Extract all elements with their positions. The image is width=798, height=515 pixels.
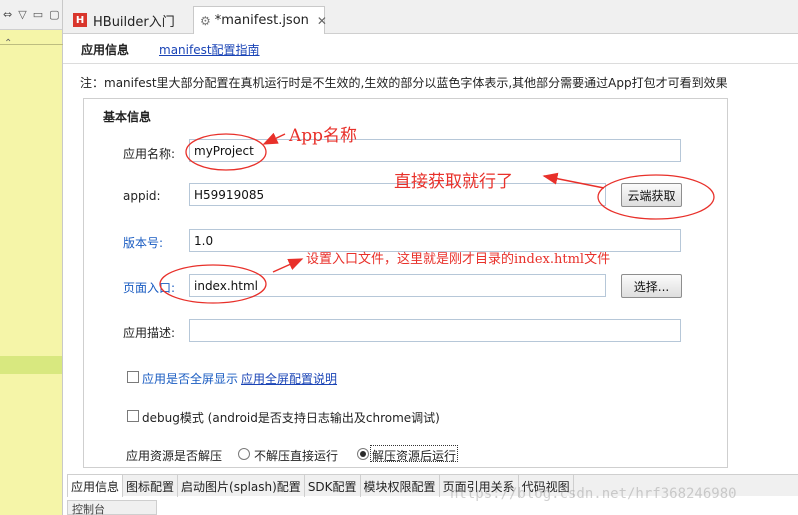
chevron-up-icon[interactable]: ⌃ xyxy=(4,38,12,49)
radio-no-decompress-label: 不解压直接运行 xyxy=(254,449,339,463)
tab-app-info[interactable]: 应用信息 xyxy=(67,475,124,497)
debug-checkbox[interactable] xyxy=(127,410,139,422)
entry-page-field[interactable]: index.html xyxy=(189,274,606,297)
tab-splash-config[interactable]: 启动图片(splash)配置 xyxy=(178,475,305,497)
app-name-field[interactable]: myProject xyxy=(189,139,681,162)
page-title: 应用信息 xyxy=(81,43,130,57)
hbuilder-icon: H xyxy=(73,13,87,27)
appid-annotation: 直接获取就行了 xyxy=(394,172,513,192)
choose-file-button[interactable]: 选择... xyxy=(621,274,682,298)
manifest-guide-link[interactable]: manifest配置指南 xyxy=(159,41,260,58)
debug-label: debug模式 (android是否支持日志输出及chrome调试) xyxy=(142,411,440,425)
tab-label: HBuilder入门 xyxy=(93,14,175,30)
tab-hbuilder-intro[interactable]: H HBuilder入门 xyxy=(67,6,191,34)
menu-icon[interactable]: ▽ xyxy=(18,8,26,21)
tab-manifest[interactable]: ⚙ *manifest.json ✕ xyxy=(193,6,327,34)
fullscreen-label: 应用是否全屏显示 xyxy=(142,372,239,386)
decompress-label: 应用资源是否解压 xyxy=(126,449,223,463)
selected-tree-row[interactable] xyxy=(0,356,62,374)
entry-page-label: 页面入口: xyxy=(123,281,176,295)
editor-tabs: H HBuilder入门 ⚙ *manifest.json ✕ xyxy=(63,0,798,34)
description-label: 应用描述: xyxy=(123,326,176,340)
watermark: https://blog.csdn.net/hrf368246980 xyxy=(450,486,737,502)
project-explorer-panel: ⇔ ▽ ▭ ▢ ⌃ xyxy=(0,0,63,515)
close-icon[interactable]: ✕ xyxy=(317,14,327,28)
tab-sdk-config[interactable]: SDK配置 xyxy=(305,475,361,497)
app-name-annotation: App名称 xyxy=(289,126,358,146)
fullscreen-checkbox[interactable] xyxy=(127,371,139,383)
cloud-fetch-button[interactable]: 云端获取 xyxy=(621,183,682,207)
entry-annotation: 设置入口文件，这里就是刚才目录的index.html文件 xyxy=(306,252,611,267)
description-field[interactable] xyxy=(189,319,681,342)
version-label: 版本号: xyxy=(123,236,164,250)
radio-decompress-label: 解压资源后运行 xyxy=(372,449,457,463)
section-title: 基本信息 xyxy=(103,110,152,124)
info-note: 注：manifest里大部分配置在真机运行时是不生效的,生效的部分以蓝色字体表示… xyxy=(80,76,728,90)
panel-toolbar: ⇔ ▽ ▭ ▢ xyxy=(0,0,62,30)
gear-file-icon: ⚙ xyxy=(200,13,211,28)
tab-icon-config[interactable]: 图标配置 xyxy=(123,475,179,497)
tab-module-permissions[interactable]: 模块权限配置 xyxy=(361,475,440,497)
editor-window: ⇔ ▽ ▭ ▢ ⌃ H HBuilder入门 ⚙ *manifest.json … xyxy=(0,0,798,515)
radio-decompress[interactable] xyxy=(357,448,369,460)
maximize-icon[interactable]: ▢ xyxy=(49,8,59,21)
app-name-label: 应用名称: xyxy=(123,147,176,161)
appid-label: appid: xyxy=(123,189,161,203)
editor-header: 应用信息 manifest配置指南 xyxy=(63,34,798,64)
console-tab[interactable]: 控制台 xyxy=(67,500,157,515)
radio-no-decompress[interactable] xyxy=(238,448,250,460)
sync-icon[interactable]: ⇔ xyxy=(3,8,12,21)
fullscreen-help-link[interactable]: 应用全屏配置说明 xyxy=(241,370,337,387)
minimize-icon[interactable]: ▭ xyxy=(33,8,43,21)
tab-label: *manifest.json xyxy=(214,13,309,28)
